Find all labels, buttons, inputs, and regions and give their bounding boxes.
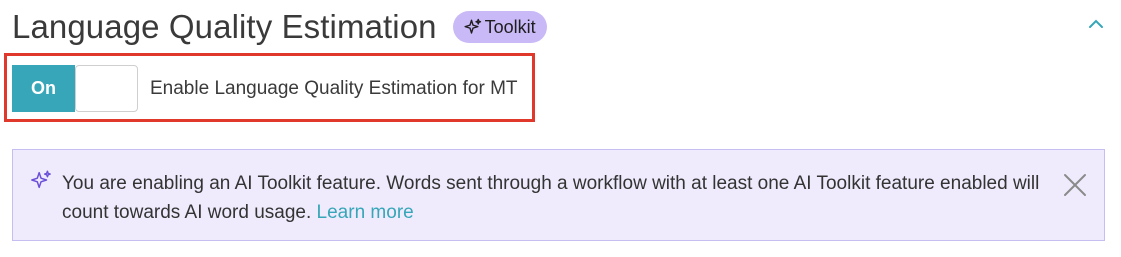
page-title: Language Quality Estimation <box>12 8 437 45</box>
sparkle-icon <box>464 18 481 34</box>
toggle-knob <box>75 65 138 112</box>
badge-label: Toolkit <box>484 16 536 37</box>
banner-message-text: You are enabling an AI Toolkit feature. … <box>62 173 1040 223</box>
close-icon[interactable] <box>1062 172 1088 198</box>
section-header: Language Quality Estimation Toolkit <box>12 4 547 50</box>
banner-message: You are enabling an AI Toolkit feature. … <box>62 169 1052 227</box>
toolkit-badge: Toolkit <box>452 11 547 43</box>
learn-more-link[interactable]: Learn more <box>317 202 414 223</box>
info-banner: You are enabling an AI Toolkit feature. … <box>12 149 1105 241</box>
toggle-description: Enable Language Quality Estimation for M… <box>150 78 518 99</box>
settings-panel: Language Quality Estimation Toolkit On E… <box>0 0 1121 257</box>
sparkle-icon <box>31 170 51 189</box>
chevron-up-icon <box>1089 19 1103 28</box>
quality-estimation-toggle[interactable]: On <box>12 65 138 112</box>
collapse-button[interactable] <box>1084 12 1108 36</box>
toggle-on-label: On <box>12 65 75 112</box>
